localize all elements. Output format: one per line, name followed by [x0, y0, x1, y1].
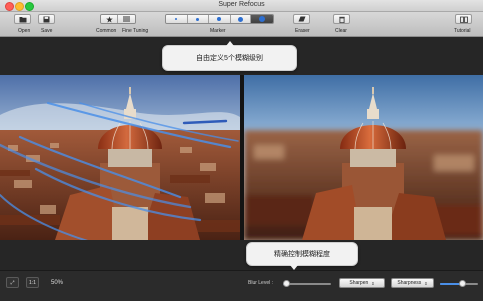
chevron-updown-icon: ⇕ — [371, 280, 375, 286]
marker-level-3[interactable] — [209, 15, 231, 23]
brush-dot-icon — [175, 18, 178, 20]
sharpness-knob[interactable] — [459, 280, 467, 287]
original-photo — [0, 75, 240, 240]
sharpness-slider[interactable] — [440, 280, 478, 287]
window-title: Super Refocus — [218, 1, 265, 8]
tutorial-label: Tutorial — [454, 28, 471, 34]
brush-dot-icon — [238, 16, 244, 22]
title-bar: Super Refocus — [0, 0, 483, 12]
save-icon — [43, 16, 50, 22]
effect-param-select[interactable]: Sharpness ⇕ — [391, 278, 434, 288]
marker-level-5[interactable] — [251, 15, 273, 23]
refocused-photo — [244, 75, 483, 240]
common-mode-button[interactable] — [101, 15, 118, 23]
blur-tooltip-text: 精确控制模糊程度 — [274, 251, 330, 258]
effect-select[interactable]: Sharpen ⇕ — [339, 278, 385, 288]
blur-tooltip: 精确控制模糊程度 — [246, 242, 358, 270]
fit-to-window-button[interactable]: ⤢ — [6, 277, 19, 288]
open-icon — [19, 16, 26, 22]
blur-level-knob[interactable] — [283, 280, 291, 287]
open-button[interactable] — [14, 14, 31, 24]
marker-label: Marker — [210, 28, 226, 34]
marker-level-1[interactable] — [166, 15, 188, 23]
trash-icon — [338, 16, 345, 23]
actual-size-button[interactable]: 1:1 — [26, 277, 39, 288]
fine-tuning-label: Fine Tuning — [122, 28, 149, 34]
bottom-bar: ⤢ 1:1 50% Blur Level : Sharpen ⇕ Sharpne… — [0, 270, 483, 301]
blur-level-label: Blur Level : — [248, 280, 274, 286]
clear-label: Clear — [335, 28, 347, 34]
clear-button[interactable] — [333, 14, 350, 24]
actual-size-label: 1:1 — [29, 279, 36, 286]
app-window: Super Refocus Open Save Common Fine Tuni… — [0, 0, 483, 301]
open-label: Open — [18, 28, 31, 34]
eraser-label: Eraser — [295, 28, 310, 34]
brush-dot-icon — [217, 17, 222, 21]
fine-tuning-mode-button[interactable] — [118, 15, 135, 23]
original-image-view[interactable] — [0, 75, 240, 240]
star-icon — [105, 15, 113, 23]
blur-level-slider[interactable] — [283, 280, 331, 287]
fit-icon: ⤢ — [10, 279, 15, 286]
effect-param-select-value: Sharpness — [397, 280, 422, 286]
result-image-view[interactable] — [244, 75, 483, 240]
mode-segmented-control — [100, 14, 136, 24]
zoom-level: 50% — [51, 280, 64, 286]
marker-tooltip: 自由定义5个模糊级别 — [162, 41, 297, 71]
book-icon — [459, 16, 468, 23]
common-label: Common — [96, 28, 117, 34]
save-label: Save — [41, 28, 53, 34]
tutorial-button[interactable] — [455, 14, 472, 24]
brush-dot-icon — [259, 16, 266, 22]
save-button[interactable] — [38, 14, 55, 24]
marker-level-2[interactable] — [187, 15, 210, 23]
list-icon — [123, 16, 130, 22]
eraser-icon — [298, 16, 305, 22]
marker-level-4[interactable] — [230, 15, 252, 23]
eraser-button[interactable] — [293, 14, 310, 24]
marker-level-control — [165, 14, 274, 24]
chevron-updown-icon: ⇕ — [424, 280, 428, 286]
brush-dot-icon — [196, 17, 200, 21]
effect-select-value: Sharpen — [349, 280, 369, 286]
marker-tooltip-text: 自由定义5个模糊级别 — [196, 55, 263, 62]
toolbar: Open Save Common Fine Tuning Marker Eras… — [0, 12, 483, 37]
